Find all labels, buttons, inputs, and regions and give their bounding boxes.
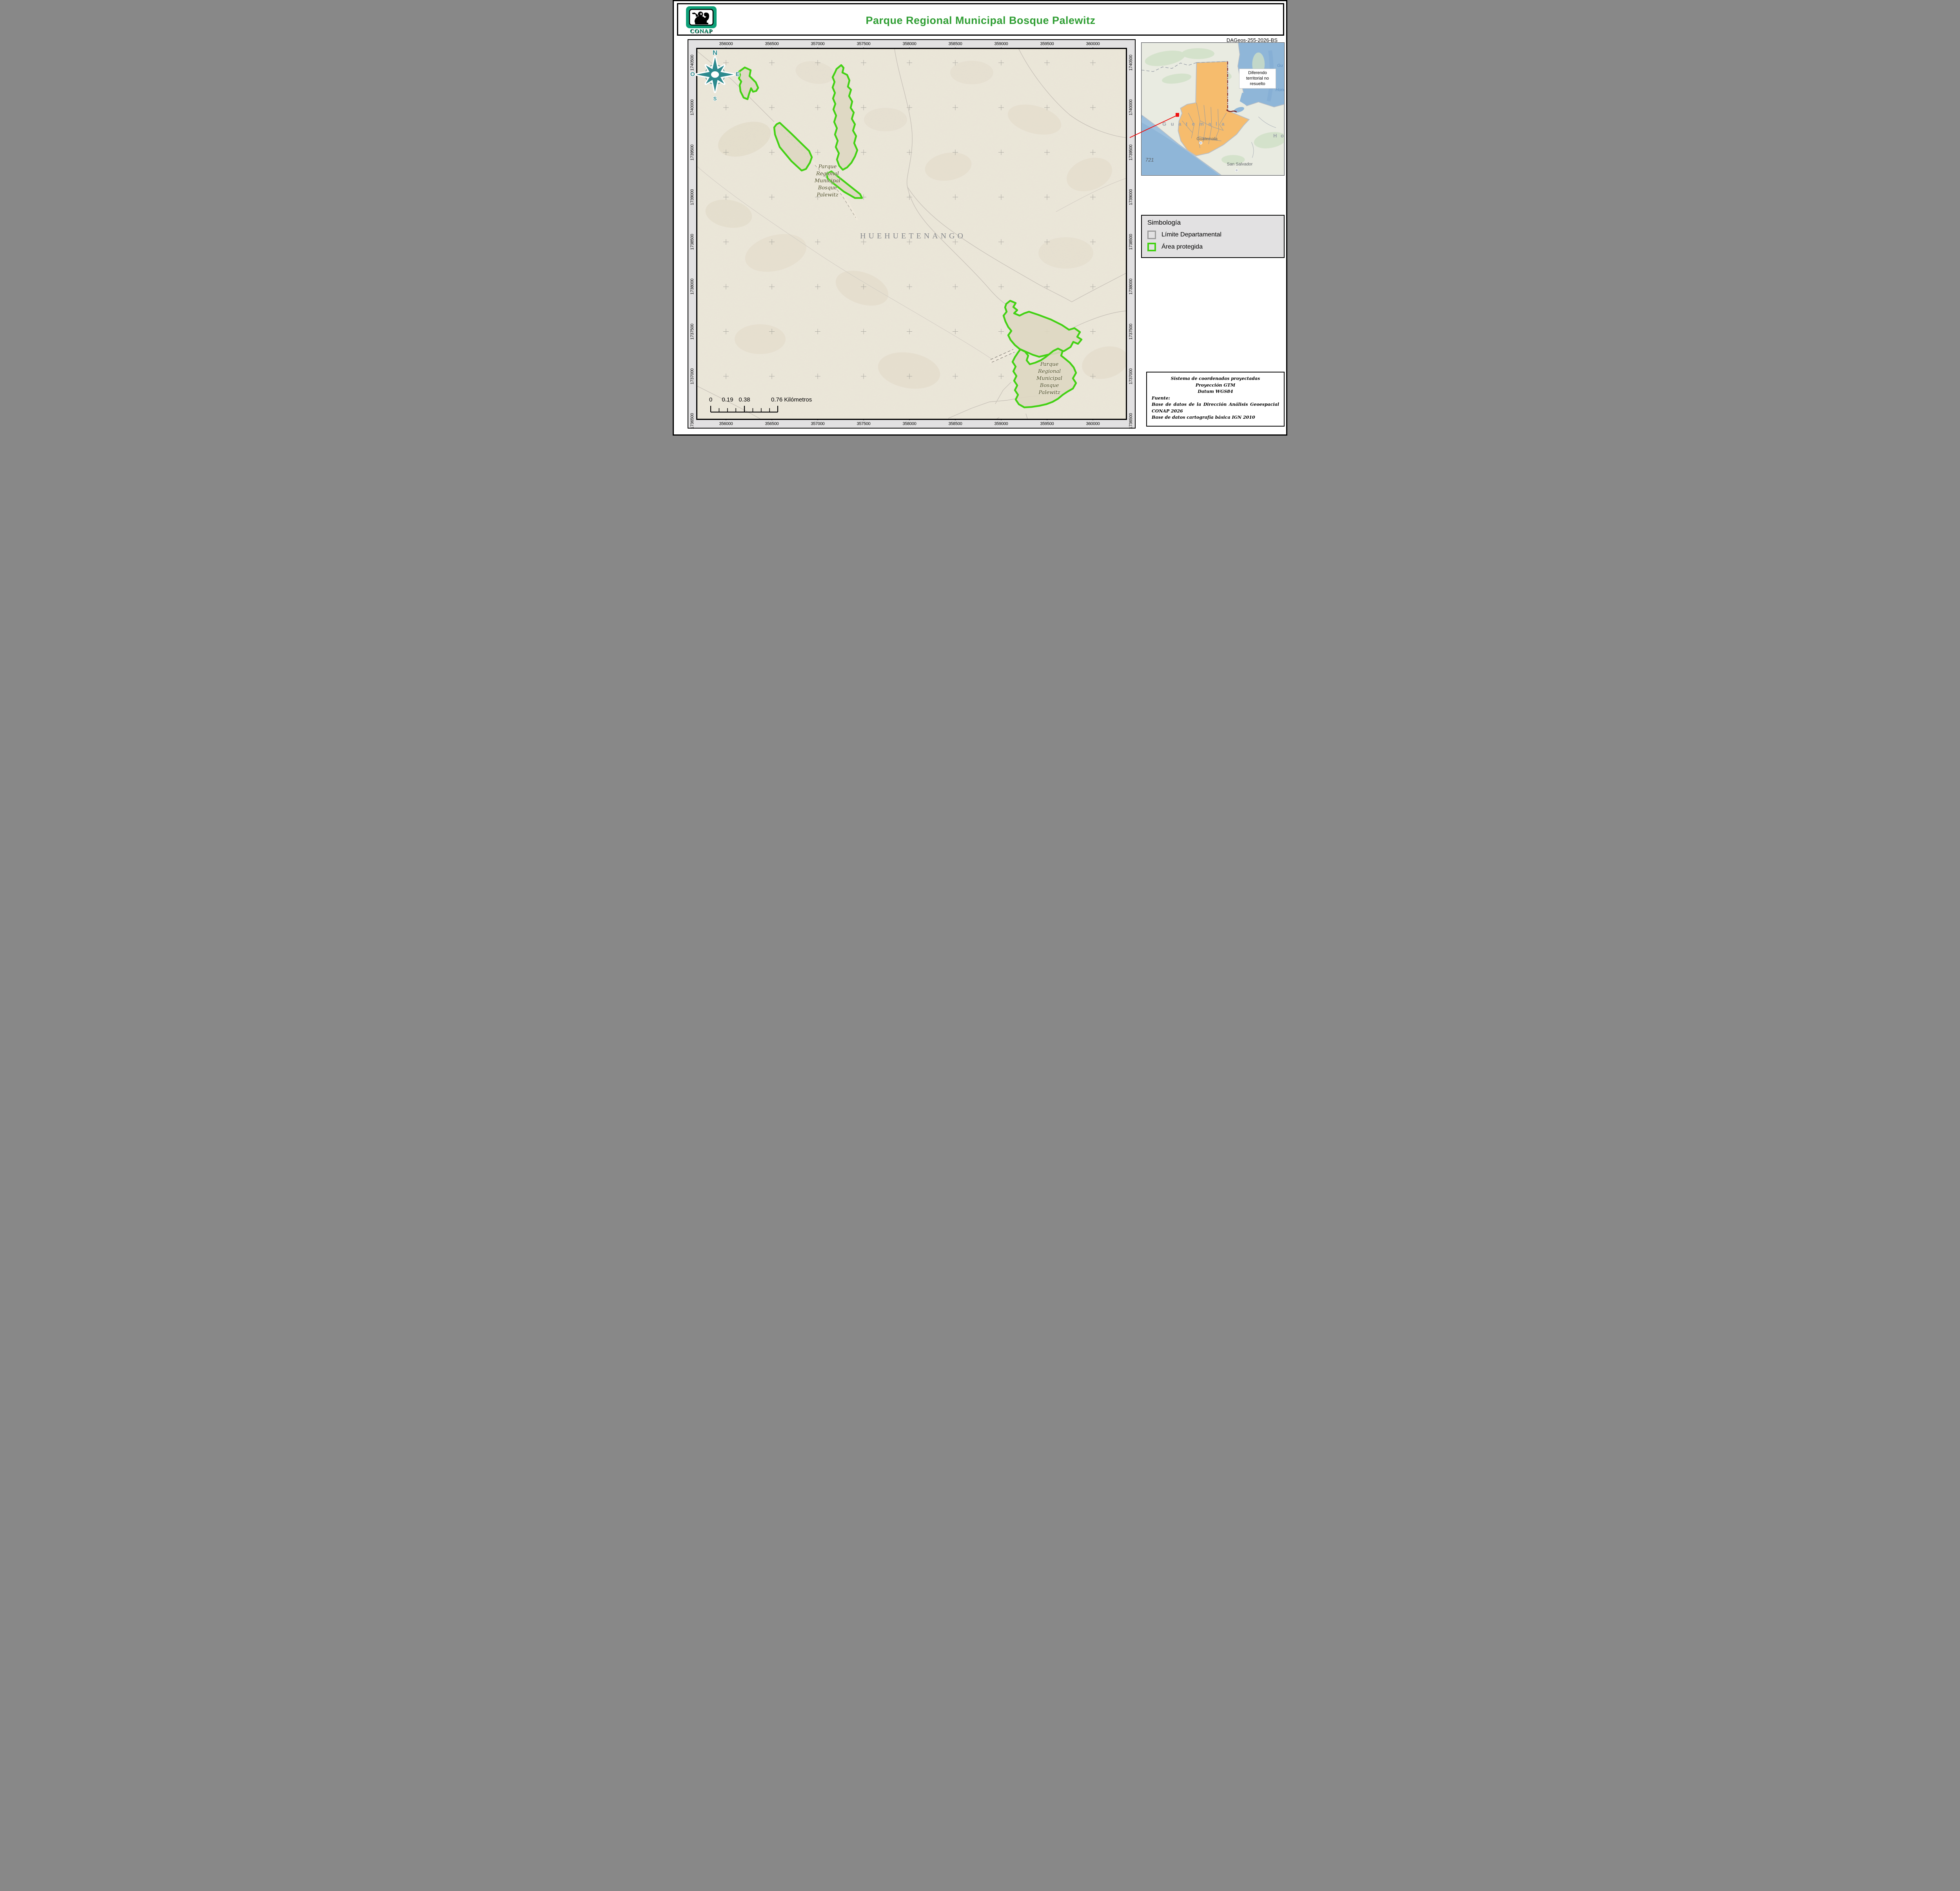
legend-item-protected-area: Área protegida	[1147, 243, 1278, 251]
scale-bar: 0 0.19 0.38 0.76 Kilómetros	[708, 396, 842, 415]
tick-label: 1740000	[1129, 100, 1133, 116]
tick-label: 356500	[765, 42, 779, 46]
park-label-line: Municipal	[1024, 375, 1075, 382]
inset-note-box: Diferendo territorial no resuelto	[1239, 69, 1276, 89]
park-label-line: Bosque	[1024, 382, 1075, 389]
tick-label: 358000	[903, 42, 916, 46]
inset-country-label: G u a t e m a l a	[1162, 121, 1226, 127]
tick-label: 1738000	[690, 279, 695, 295]
legend-title: Simbología	[1147, 219, 1278, 227]
tick-label: 356500	[765, 421, 779, 426]
credits-line: Base de datos cartografía básica IGN 201…	[1152, 414, 1279, 421]
tick-label: 1737000	[690, 368, 695, 384]
tick-label: 1739000	[690, 189, 695, 205]
credits-line: Fuente:	[1152, 395, 1279, 402]
park-label-line: Regional	[802, 171, 853, 178]
tick-label: 1736500	[690, 413, 695, 429]
locator-square	[1176, 114, 1179, 117]
legend-label: Área protegida	[1161, 243, 1203, 251]
park-label-line: Municipal	[802, 178, 853, 185]
tick-label: 357000	[811, 421, 825, 426]
tick-label: 358500	[949, 42, 962, 46]
legend-label: Límite Departamental	[1161, 231, 1221, 238]
conap-logo: CONAP	[684, 6, 718, 35]
scale-bar-ruler	[708, 396, 842, 415]
compass-south-label: S	[713, 96, 717, 102]
map-sheet: CONAP Parque Regional Municipal Bosque P…	[673, 0, 1287, 436]
tick-label: 1736500	[1129, 413, 1133, 429]
tick-label: 1738500	[1129, 234, 1133, 250]
inset-neighbor-label: H o	[1273, 133, 1285, 139]
y-axis-right: 1740500 1740000 1739500 1739000 1738500 17380…	[1127, 49, 1135, 419]
tick-label: 1737000	[1129, 368, 1133, 384]
tick-label: 360000	[1086, 421, 1100, 426]
tick-label: 360000	[1086, 42, 1100, 46]
tick-label: 358000	[903, 421, 916, 426]
x-axis-top: 356000 356500 357000 357500 358000 358500 3590…	[697, 40, 1126, 48]
park-name-label: Parque Regional Municipal Bosque Palewit…	[1024, 361, 1075, 396]
park-name-label: Parque Regional Municipal Bosque Palewit…	[802, 163, 853, 199]
tick-label: 1737500	[690, 323, 695, 340]
legend: Simbología Límite Departamental Área pro…	[1141, 215, 1285, 258]
park-label-line: Bosque	[802, 185, 853, 192]
header-bar: CONAP Parque Regional Municipal Bosque P…	[677, 3, 1284, 36]
tick-label: 359000	[995, 42, 1008, 46]
compass-rose-icon	[693, 51, 737, 99]
tick-label: 359500	[1040, 42, 1054, 46]
credits-box: Sistema de coordenadas proyectadas Proye…	[1146, 372, 1285, 427]
tick-label: 1740000	[690, 100, 695, 116]
park-label-line: Parque	[1024, 361, 1075, 368]
conap-logo-label: CONAP	[684, 28, 718, 35]
inset-city-label: San Salvador	[1227, 162, 1253, 167]
tick-label: 356000	[719, 42, 733, 46]
tick-label: 359000	[995, 421, 1008, 426]
conap-monkey-icon	[684, 6, 718, 29]
credits-line: Datum WGS84	[1152, 389, 1279, 395]
protected-area-swatch	[1147, 243, 1156, 251]
tick-label: 357000	[811, 42, 825, 46]
departmental-boundary-swatch	[1147, 231, 1156, 239]
tick-label: 357500	[857, 42, 871, 46]
compass-rose: N S E O	[693, 51, 737, 99]
compass-east-label: E	[736, 71, 740, 78]
park-label-line: Palewitz	[802, 192, 853, 199]
compass-west-label: O	[690, 71, 695, 78]
credits-line: CONAP 2026	[1152, 408, 1279, 415]
park-label-line: Regional	[1024, 368, 1075, 375]
inset-capital-label: Guatemala	[1196, 137, 1218, 142]
compass-north-label: N	[713, 49, 717, 57]
department-label: HUEHUETENANGO	[850, 232, 976, 241]
legend-item-departmental: Límite Departamental	[1147, 231, 1278, 239]
credits-line: Sistema de coordenadas proyectadas	[1152, 376, 1279, 382]
tick-label: 358500	[949, 421, 962, 426]
tick-label: 1739500	[690, 144, 695, 160]
tick-label: 1737500	[1129, 323, 1133, 340]
park-label-line: Palewitz	[1024, 389, 1075, 396]
tick-label: 359500	[1040, 421, 1054, 426]
x-axis-bottom: 356000 356500 357000 357500 358000 358500 3590…	[697, 420, 1126, 428]
y-axis-left: 1740500174000017395001739000173850017380…	[688, 49, 696, 419]
inset-water-label: Hond	[1276, 87, 1285, 92]
tick-label: 1740500	[1129, 55, 1133, 71]
tick-label: 1739000	[1129, 189, 1133, 205]
tick-label: 356000	[719, 421, 733, 426]
credits-line: Proyección GTM	[1152, 382, 1279, 389]
tick-label: 1738000	[1129, 279, 1133, 295]
inset-number-label: 721	[1145, 157, 1154, 163]
tick-label: 1738500	[690, 234, 695, 250]
page-title: Parque Regional Municipal Bosque Palewit…	[725, 15, 1236, 27]
tick-label: 357500	[857, 421, 871, 426]
inset-water-label: Gu	[1277, 64, 1283, 68]
park-label-line: Parque	[802, 163, 853, 171]
inset-locator-map: G u a t e m a l a Guatemala San Salvador…	[1141, 42, 1285, 176]
credits-line: Base de datos de la Dirección Análisis G…	[1152, 401, 1279, 408]
tick-label: 1739500	[1129, 144, 1133, 160]
